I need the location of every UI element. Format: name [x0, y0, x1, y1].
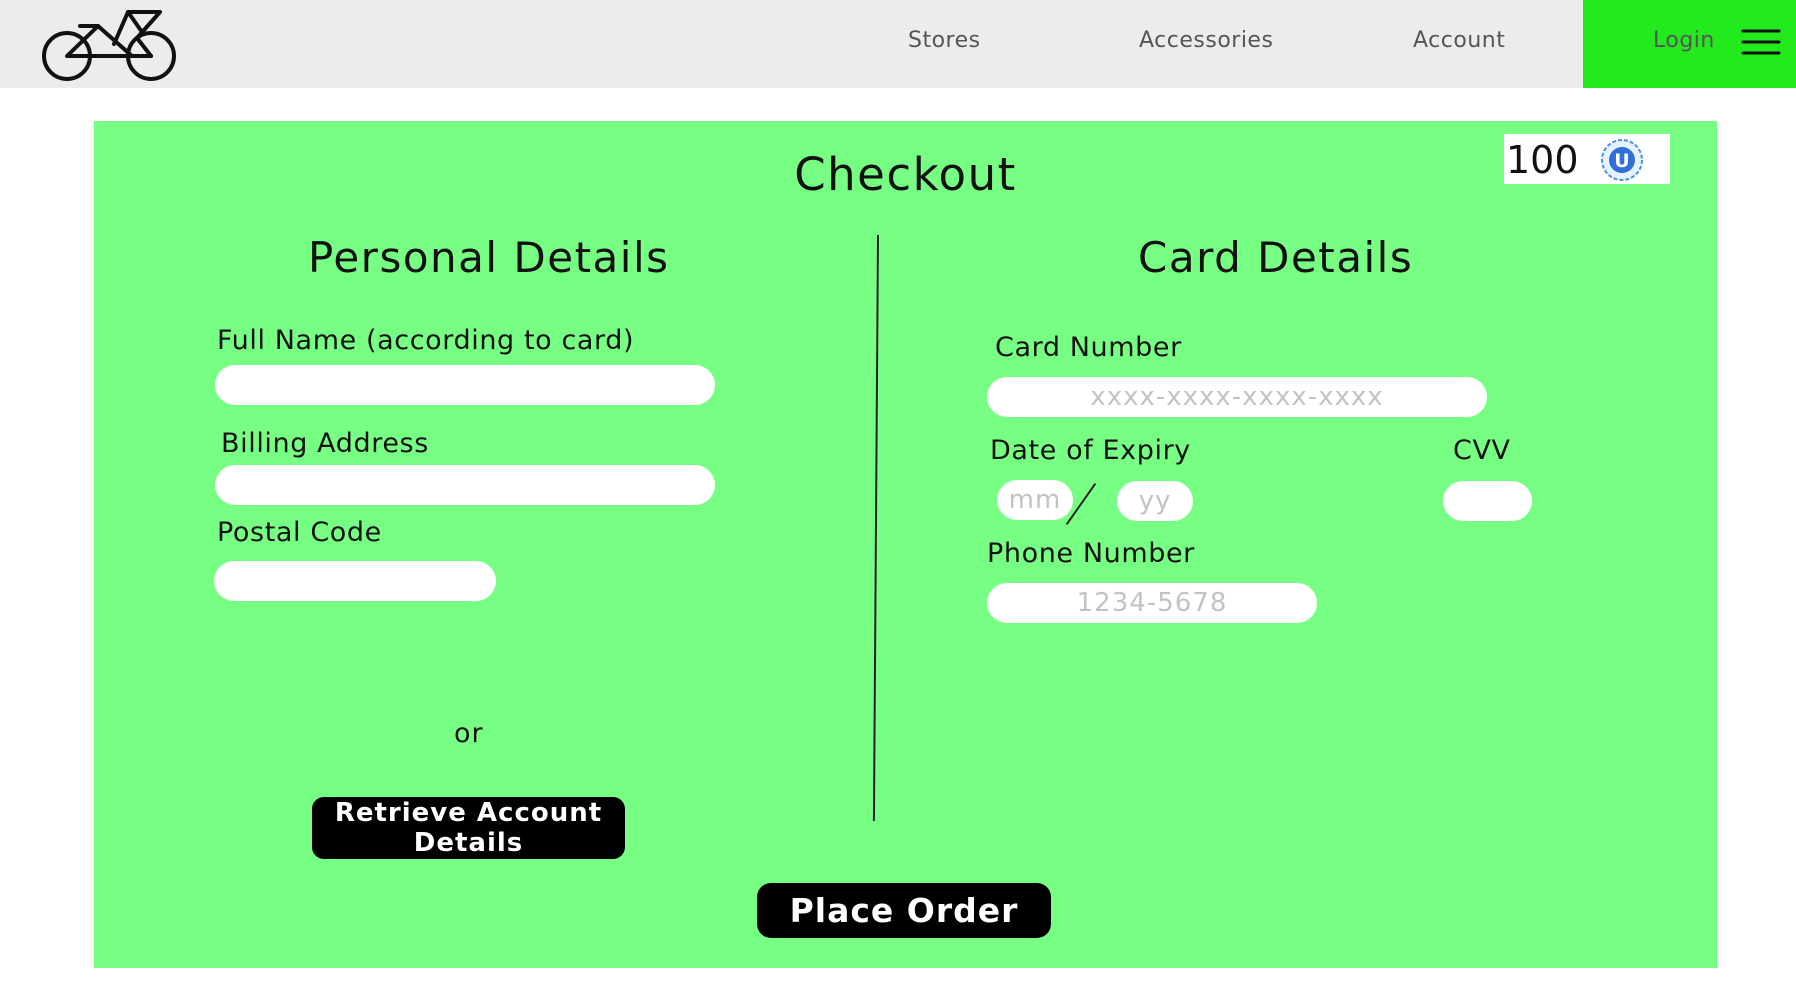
section-divider: [872, 235, 879, 821]
u-coin-icon: U: [1601, 139, 1643, 181]
or-separator: or: [454, 718, 484, 749]
bicycle-icon[interactable]: [40, 8, 180, 84]
checkout-panel: Checkout 100 U Personal Details Full Nam…: [94, 121, 1717, 968]
billing-address-input[interactable]: [215, 465, 715, 505]
expiry-month-input[interactable]: [997, 480, 1073, 520]
page-title: Checkout: [794, 148, 1017, 201]
coin-balance: 100 U: [1504, 134, 1670, 184]
coin-count: 100: [1506, 138, 1579, 182]
hamburger-menu-icon[interactable]: [1741, 28, 1781, 56]
cvv-label: CVV: [1453, 435, 1511, 466]
nav-link-account[interactable]: Account: [1413, 28, 1505, 53]
card-number-label: Card Number: [995, 332, 1182, 363]
nav-link-accessories[interactable]: Accessories: [1139, 28, 1273, 53]
expiry-year-input[interactable]: [1117, 481, 1193, 521]
billing-address-label: Billing Address: [221, 428, 429, 459]
retrieve-button-line1: Retrieve Account: [334, 798, 603, 828]
full-name-label: Full Name (according to card): [217, 325, 635, 356]
expiry-date-label: Date of Expiry: [990, 435, 1191, 466]
postal-code-label: Postal Code: [217, 517, 382, 548]
place-order-button[interactable]: Place Order: [757, 883, 1051, 938]
full-name-input[interactable]: [215, 365, 715, 405]
personal-details-title: Personal Details: [308, 233, 670, 282]
cvv-input[interactable]: [1443, 481, 1532, 521]
login-link[interactable]: Login: [1653, 28, 1715, 53]
top-nav: Stores Accessories Account Login: [0, 0, 1796, 88]
postal-code-input[interactable]: [214, 561, 496, 601]
phone-number-input[interactable]: [987, 583, 1317, 623]
phone-number-label: Phone Number: [987, 538, 1195, 569]
card-number-input[interactable]: [987, 377, 1487, 417]
nav-link-stores[interactable]: Stores: [908, 28, 981, 53]
retrieve-account-details-button[interactable]: Retrieve Account Details: [312, 797, 625, 859]
card-details-title: Card Details: [1138, 233, 1414, 282]
svg-text:U: U: [1614, 150, 1629, 172]
login-area: Login: [1583, 0, 1796, 88]
retrieve-button-line2: Details: [413, 828, 524, 858]
